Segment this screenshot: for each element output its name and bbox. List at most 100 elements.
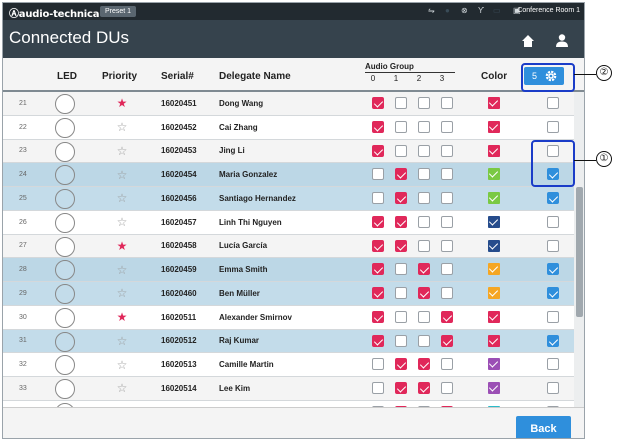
delegate-name[interactable]: Emma Smith	[219, 258, 267, 281]
priority-star-icon[interactable]: ☆	[115, 140, 129, 163]
audio-group-3-checkbox[interactable]	[441, 334, 453, 347]
table-row[interactable]: 21 ★ 16020451 Dong Wang	[3, 92, 574, 116]
color-swatch-dropdown[interactable]	[488, 334, 500, 347]
row-select-checkbox[interactable]	[547, 310, 559, 323]
audio-group-3-checkbox[interactable]	[441, 192, 453, 204]
audio-group-0-checkbox[interactable]	[372, 334, 384, 347]
delegate-name[interactable]: Dong Wang	[219, 92, 263, 115]
audio-group-0-checkbox[interactable]	[372, 192, 384, 204]
table-row[interactable]: 32 ☆ 16020513 Camille Martin	[3, 353, 574, 377]
audio-group-2-checkbox[interactable]	[418, 97, 430, 109]
audio-group-1-checkbox[interactable]	[395, 358, 407, 371]
audio-group-1-checkbox[interactable]	[395, 334, 407, 347]
color-swatch-dropdown[interactable]	[488, 310, 500, 323]
audio-group-2-checkbox[interactable]	[418, 287, 430, 299]
priority-star-icon[interactable]: ☆	[115, 163, 129, 186]
delegate-name[interactable]: Linh Thi Nguyen	[219, 211, 282, 234]
audio-group-0-checkbox[interactable]	[372, 382, 384, 394]
table-row[interactable]: 25 ☆ 16020456 Santiago Hernandez	[3, 187, 574, 211]
priority-star-icon[interactable]: ☆	[115, 258, 129, 281]
audio-group-3-checkbox[interactable]	[441, 168, 453, 181]
row-select-checkbox[interactable]	[547, 192, 559, 204]
row-select-checkbox[interactable]	[547, 263, 559, 276]
table-row[interactable]: 24 ☆ 16020454 Maria Gonzalez	[3, 163, 574, 187]
color-swatch-dropdown[interactable]	[488, 168, 500, 181]
scrollbar[interactable]	[574, 92, 584, 407]
audio-group-2-checkbox[interactable]	[418, 192, 430, 204]
led-indicator[interactable]	[55, 260, 75, 281]
audio-group-0-checkbox[interactable]	[372, 239, 384, 252]
back-button[interactable]: Back	[516, 416, 571, 438]
audio-group-2-checkbox[interactable]	[418, 168, 430, 181]
led-indicator[interactable]	[55, 94, 75, 114]
row-select-checkbox[interactable]	[547, 239, 559, 252]
audio-group-2-checkbox[interactable]	[418, 239, 430, 252]
color-swatch-dropdown[interactable]	[488, 97, 500, 109]
priority-star-icon[interactable]: ☆	[115, 282, 129, 305]
priority-star-icon[interactable]: ★	[115, 92, 129, 115]
table-row[interactable]: 31 ☆ 16020512 Raj Kumar	[3, 329, 574, 354]
audio-group-1-checkbox[interactable]	[395, 168, 407, 181]
audio-group-0-checkbox[interactable]	[372, 287, 384, 299]
audio-group-0-checkbox[interactable]	[372, 358, 384, 371]
audio-group-1-checkbox[interactable]	[395, 144, 407, 157]
color-swatch-dropdown[interactable]	[488, 382, 500, 394]
priority-star-icon[interactable]: ☆	[115, 211, 129, 234]
delegate-name[interactable]: Jing Li	[219, 140, 245, 163]
priority-star-icon[interactable]: ★	[115, 235, 129, 258]
priority-star-icon[interactable]: ☆	[115, 116, 129, 139]
table-row[interactable]: 22 ☆ 16020452 Cai Zhang	[3, 115, 574, 140]
led-indicator[interactable]	[55, 284, 75, 304]
col-delegate-name[interactable]: Delegate Name	[219, 71, 291, 82]
audio-group-3-checkbox[interactable]	[441, 310, 453, 323]
audio-group-1-checkbox[interactable]	[395, 310, 407, 323]
audio-group-2-checkbox[interactable]	[418, 310, 430, 323]
led-indicator[interactable]	[55, 189, 75, 209]
priority-star-icon[interactable]: ☆	[115, 377, 129, 400]
delegate-name[interactable]: Lee Kim	[219, 377, 250, 400]
audio-group-1-checkbox[interactable]	[395, 192, 407, 204]
priority-star-icon[interactable]: ★	[115, 306, 129, 329]
priority-star-icon[interactable]: ☆	[115, 187, 129, 210]
audio-group-2-checkbox[interactable]	[418, 382, 430, 394]
audio-group-0-checkbox[interactable]	[372, 168, 384, 181]
table-row[interactable]: 28 ☆ 16020459 Emma Smith	[3, 258, 574, 282]
row-select-checkbox[interactable]	[547, 382, 559, 394]
row-select-checkbox[interactable]	[547, 120, 559, 133]
home-icon[interactable]	[522, 35, 534, 47]
delegate-name[interactable]: Camille Martin	[219, 353, 274, 376]
table-row[interactable]: 29 ☆ 16020460 Ben Müller	[3, 282, 574, 306]
audio-group-0-checkbox[interactable]	[372, 310, 384, 323]
audio-group-3-checkbox[interactable]	[441, 382, 453, 394]
audio-group-3-checkbox[interactable]	[441, 144, 453, 157]
col-serial[interactable]: Serial#	[161, 71, 194, 82]
color-swatch-dropdown[interactable]	[488, 215, 500, 228]
audio-group-3-checkbox[interactable]	[441, 239, 453, 252]
led-indicator[interactable]	[55, 236, 75, 257]
led-indicator[interactable]	[55, 141, 75, 162]
color-swatch-dropdown[interactable]	[488, 192, 500, 204]
audio-group-2-checkbox[interactable]	[418, 215, 430, 228]
audio-group-1-checkbox[interactable]	[395, 239, 407, 252]
scroll-thumb[interactable]	[576, 187, 583, 317]
user-icon[interactable]	[556, 34, 568, 47]
table-row[interactable]: 27 ★ 16020458 Lucía García	[3, 234, 574, 259]
led-indicator[interactable]	[55, 331, 75, 352]
audio-group-0-checkbox[interactable]	[372, 215, 384, 228]
led-indicator[interactable]	[55, 307, 75, 328]
delegate-name[interactable]: Ben Müller	[219, 282, 260, 305]
color-swatch-dropdown[interactable]	[488, 287, 500, 299]
audio-group-0-checkbox[interactable]	[372, 144, 384, 157]
led-indicator[interactable]	[55, 379, 75, 399]
table-row[interactable]: 26 ☆ 16020457 Linh Thi Nguyen	[3, 210, 574, 235]
table-row[interactable]: 33 ☆ 16020514 Lee Kim	[3, 377, 574, 401]
audio-group-3-checkbox[interactable]	[441, 358, 453, 371]
row-select-checkbox[interactable]	[547, 97, 559, 109]
color-swatch-dropdown[interactable]	[488, 358, 500, 371]
preset-badge[interactable]: Preset 1	[100, 6, 137, 17]
color-swatch-dropdown[interactable]	[488, 144, 500, 157]
row-select-checkbox[interactable]	[547, 334, 559, 347]
audio-group-1-checkbox[interactable]	[395, 287, 407, 299]
row-select-checkbox[interactable]	[547, 358, 559, 371]
row-select-checkbox[interactable]	[547, 287, 559, 299]
